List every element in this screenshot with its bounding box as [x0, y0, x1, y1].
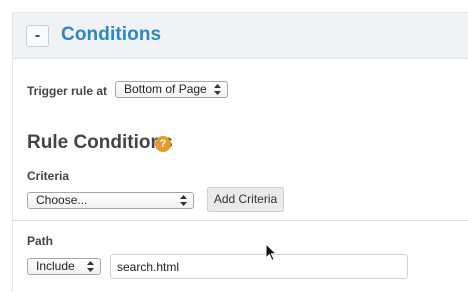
path-match-select[interactable]: Include — [27, 258, 101, 275]
section-divider — [13, 220, 468, 221]
question-circle-icon[interactable]: ? — [155, 136, 171, 152]
add-criteria-button[interactable]: Add Criteria — [207, 187, 284, 212]
trigger-select-value: Bottom of Page — [124, 82, 207, 96]
up-down-arrows-icon — [87, 259, 94, 274]
panel-title: Conditions — [61, 24, 162, 45]
mouse-pointer-icon — [265, 243, 278, 262]
conditions-panel: - Conditions Trigger rule at Bottom of P… — [0, 0, 468, 292]
up-down-arrows-icon — [214, 82, 221, 97]
criteria-select-value: Choose... — [36, 193, 88, 207]
rule-conditions-heading: Rule Conditions — [27, 132, 173, 153]
criteria-select[interactable]: Choose... — [27, 192, 194, 209]
trigger-select[interactable]: Bottom of Page — [115, 81, 228, 98]
path-label: Path — [27, 234, 54, 248]
path-match-select-value: Include — [36, 259, 75, 273]
trigger-label: Trigger rule at — [27, 84, 108, 98]
path-value-input[interactable] — [110, 254, 408, 279]
collapse-button[interactable]: - — [26, 25, 49, 47]
up-down-arrows-icon — [180, 193, 187, 208]
panel-header: - Conditions — [13, 12, 468, 59]
criteria-label: Criteria — [27, 169, 70, 183]
